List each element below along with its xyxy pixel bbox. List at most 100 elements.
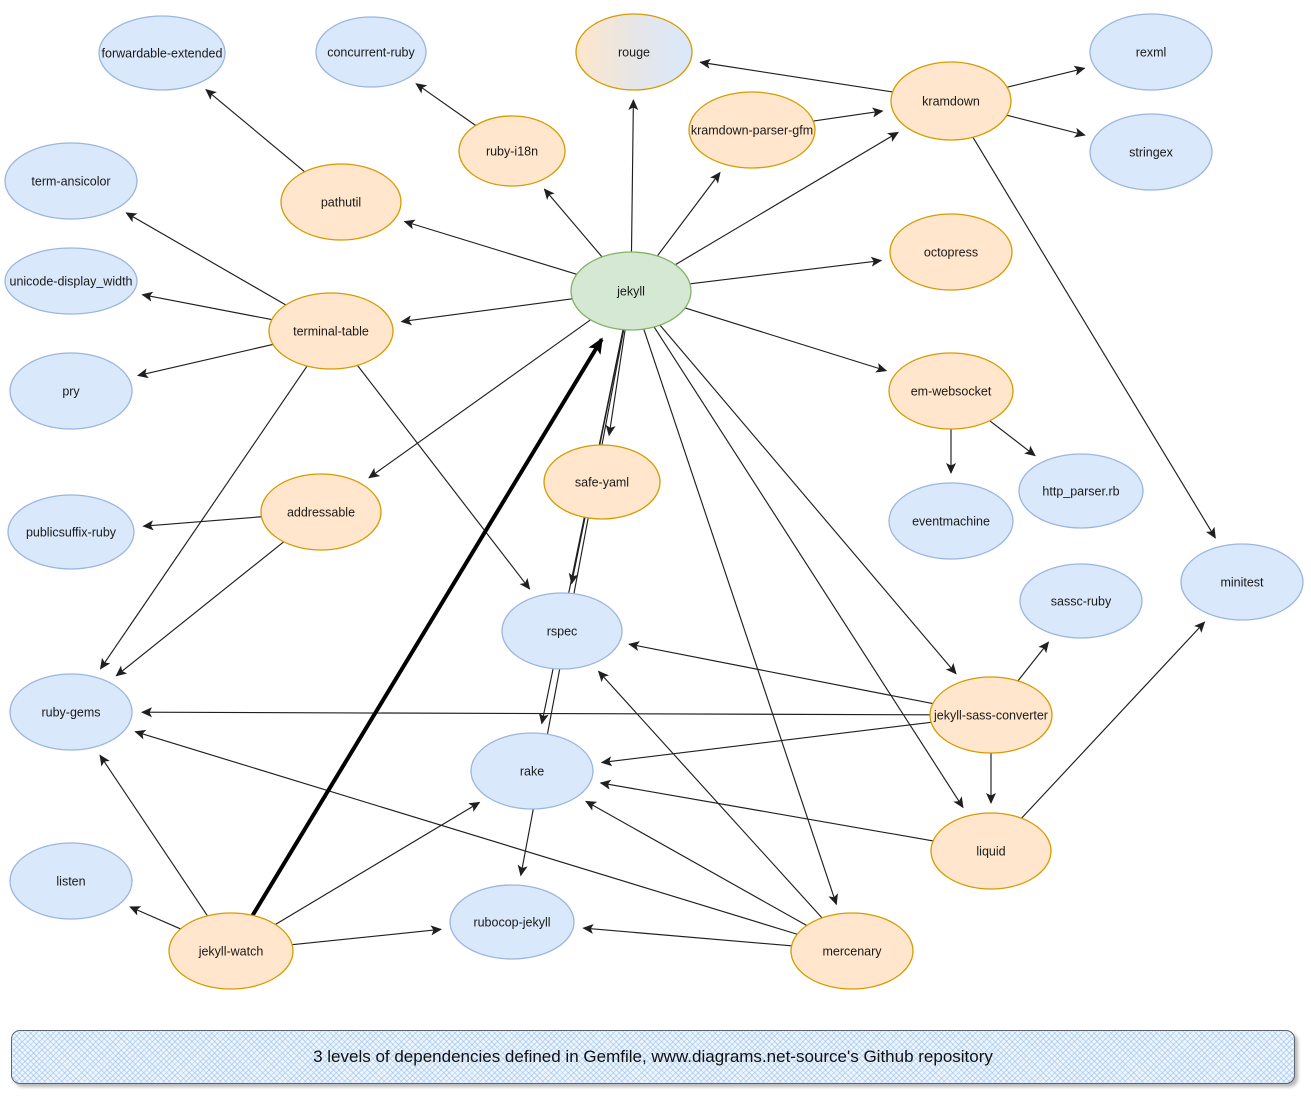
node-jekyll[interactable]: jekyll bbox=[570, 251, 692, 331]
edge-jekyll-to-ruby-i18n[interactable] bbox=[543, 188, 603, 258]
node-kramdown[interactable]: kramdown bbox=[890, 61, 1012, 141]
node-shape-jekyll-watch[interactable] bbox=[168, 912, 294, 990]
node-shape-mercenary[interactable] bbox=[790, 912, 914, 990]
node-shape-unicode-display_width[interactable] bbox=[4, 247, 138, 315]
node-rubocop-jekyll[interactable]: rubocop-jekyll bbox=[449, 884, 575, 960]
node-rouge[interactable]: rouge bbox=[575, 13, 693, 91]
caption-box[interactable]: 3 levels of dependencies defined in Gemf… bbox=[11, 1030, 1295, 1084]
node-shape-em-websocket[interactable] bbox=[888, 352, 1014, 430]
edge-liquid-to-rake[interactable] bbox=[599, 779, 934, 842]
node-rake[interactable]: rake bbox=[470, 732, 594, 810]
node-shape-eventmachine[interactable] bbox=[888, 482, 1014, 560]
edge-mercenary-to-rspec[interactable] bbox=[597, 670, 823, 919]
node-shape-rake[interactable] bbox=[470, 732, 594, 810]
node-ruby-i18n[interactable]: ruby-i18n bbox=[458, 115, 566, 187]
node-shape-rouge[interactable] bbox=[575, 13, 693, 91]
node-sassc-ruby[interactable]: sassc-ruby bbox=[1019, 563, 1143, 639]
edge-jekyll-to-addressable[interactable] bbox=[368, 319, 591, 479]
edge-terminal-table-to-unicode-display_width[interactable] bbox=[141, 291, 272, 321]
node-jekyll-watch[interactable]: jekyll-watch bbox=[168, 912, 294, 990]
edge-kramdown-to-rexml[interactable] bbox=[1007, 65, 1086, 88]
edge-jekyll-watch-to-rubocop-jekyll[interactable] bbox=[292, 925, 442, 946]
node-em-websocket[interactable]: em-websocket bbox=[888, 352, 1014, 430]
edge-jekyll-to-em-websocket[interactable] bbox=[684, 307, 888, 373]
node-addressable[interactable]: addressable bbox=[260, 473, 382, 551]
dependency-graph[interactable]: forwardable-extended concurrent-ruby rouge… bbox=[0, 0, 1311, 1101]
edge-mercenary-to-rake[interactable] bbox=[585, 800, 808, 927]
edge-addressable-to-publicsuffix-ruby[interactable] bbox=[142, 516, 262, 531]
node-listen[interactable]: listen bbox=[9, 842, 133, 920]
node-shape-concurrent-ruby[interactable] bbox=[315, 16, 427, 88]
node-shape-http_parser.rb[interactable] bbox=[1018, 453, 1144, 529]
node-shape-liquid[interactable] bbox=[930, 812, 1052, 890]
node-shape-sassc-ruby[interactable] bbox=[1019, 563, 1143, 639]
edge-jekyll-sass-converter-to-rspec[interactable] bbox=[628, 641, 933, 705]
node-shape-rspec[interactable] bbox=[501, 592, 623, 670]
edge-mercenary-to-rubocop-jekyll[interactable] bbox=[582, 923, 792, 947]
node-concurrent-ruby[interactable]: concurrent-ruby bbox=[315, 16, 427, 88]
node-minitest[interactable]: minitest bbox=[1180, 543, 1304, 621]
node-shape-jekyll-sass-converter[interactable] bbox=[929, 676, 1053, 754]
edge-pathutil-to-forwardable-extended[interactable] bbox=[205, 88, 306, 173]
edge-em-websocket-to-http_parser.rb[interactable] bbox=[989, 420, 1036, 457]
diagram-canvas: forwardable-extended concurrent-ruby rouge… bbox=[0, 0, 1311, 1101]
node-mercenary[interactable]: mercenary bbox=[790, 912, 914, 990]
edge-jekyll-to-rouge[interactable] bbox=[628, 99, 639, 253]
node-shape-term-ansicolor[interactable] bbox=[4, 142, 138, 220]
node-shape-minitest[interactable] bbox=[1180, 543, 1304, 621]
node-http_parser.rb[interactable]: http_parser.rb bbox=[1018, 453, 1144, 529]
node-shape-terminal-table[interactable] bbox=[268, 292, 394, 370]
node-shape-jekyll[interactable] bbox=[570, 251, 692, 331]
node-shape-stringex[interactable] bbox=[1089, 113, 1213, 191]
edge-ruby-i18n-to-concurrent-ruby[interactable] bbox=[415, 83, 477, 126]
edge-jekyll-to-octopress[interactable] bbox=[689, 256, 883, 285]
caption-text: 3 levels of dependencies defined in Gemf… bbox=[313, 1047, 993, 1066]
node-shape-ruby-gems[interactable] bbox=[9, 673, 133, 751]
node-shape-safe-yaml[interactable] bbox=[543, 444, 661, 520]
edge-jekyll-to-mercenary[interactable] bbox=[643, 328, 838, 906]
node-shape-kramdown-parser-gfm[interactable] bbox=[688, 91, 816, 169]
edge-kramdown-parser-gfm-to-kramdown[interactable] bbox=[813, 107, 884, 122]
node-pathutil[interactable]: pathutil bbox=[280, 163, 402, 241]
node-shape-pathutil[interactable] bbox=[280, 163, 402, 241]
edge-jekyll-to-pathutil[interactable] bbox=[403, 219, 577, 275]
node-stringex[interactable]: stringex bbox=[1089, 113, 1213, 191]
edge-terminal-table-to-term-ansicolor[interactable] bbox=[125, 212, 287, 306]
node-liquid[interactable]: liquid bbox=[930, 812, 1052, 890]
node-shape-pry[interactable] bbox=[9, 352, 133, 430]
node-shape-octopress[interactable] bbox=[889, 213, 1013, 291]
node-shape-rexml[interactable] bbox=[1089, 13, 1213, 91]
node-terminal-table[interactable]: terminal-table bbox=[268, 292, 394, 370]
edge-jekyll-sass-converter-to-rake[interactable] bbox=[600, 721, 932, 767]
node-shape-ruby-i18n[interactable] bbox=[458, 115, 566, 187]
edge-terminal-table-to-rspec[interactable] bbox=[357, 365, 531, 590]
node-shape-rubocop-jekyll[interactable] bbox=[449, 884, 575, 960]
edge-jekyll-to-safe-yaml[interactable] bbox=[605, 329, 626, 437]
edge-kramdown-to-stringex[interactable] bbox=[1006, 114, 1086, 138]
edge-jekyll-watch-to-listen[interactable] bbox=[129, 906, 181, 930]
edge-jekyll-sass-converter-to-sassc-ruby[interactable] bbox=[1017, 641, 1050, 682]
edge-terminal-table-to-pry[interactable] bbox=[136, 343, 274, 379]
node-eventmachine[interactable]: eventmachine bbox=[888, 482, 1014, 560]
node-publicsuffix-ruby[interactable]: publicsuffix-ruby bbox=[7, 494, 135, 570]
node-shape-forwardable-extended[interactable] bbox=[98, 15, 226, 91]
node-kramdown-parser-gfm[interactable]: kramdown-parser-gfm bbox=[688, 91, 816, 169]
node-jekyll-sass-converter[interactable]: jekyll-sass-converter bbox=[929, 676, 1053, 754]
node-shape-listen[interactable] bbox=[9, 842, 133, 920]
node-term-ansicolor[interactable]: term-ansicolor bbox=[4, 142, 138, 220]
node-forwardable-extended[interactable]: forwardable-extended bbox=[98, 15, 226, 91]
node-ruby-gems[interactable]: ruby-gems bbox=[9, 673, 133, 751]
node-safe-yaml[interactable]: safe-yaml bbox=[543, 444, 661, 520]
node-shape-addressable[interactable] bbox=[260, 473, 382, 551]
edge-jekyll-watch-to-rake[interactable] bbox=[275, 801, 481, 925]
edge-jekyll-sass-converter-to-ruby-gems[interactable] bbox=[141, 707, 931, 718]
edge-kramdown-to-rouge[interactable] bbox=[699, 58, 893, 93]
node-pry[interactable]: pry bbox=[9, 352, 133, 430]
node-octopress[interactable]: octopress bbox=[889, 213, 1013, 291]
edge-jekyll-to-terminal-table[interactable] bbox=[400, 298, 573, 326]
node-rexml[interactable]: rexml bbox=[1089, 13, 1213, 91]
node-rspec[interactable]: rspec bbox=[501, 592, 623, 670]
node-unicode-display_width[interactable]: unicode-display_width bbox=[4, 247, 138, 315]
node-shape-publicsuffix-ruby[interactable] bbox=[7, 494, 135, 570]
node-shape-kramdown[interactable] bbox=[890, 61, 1012, 141]
